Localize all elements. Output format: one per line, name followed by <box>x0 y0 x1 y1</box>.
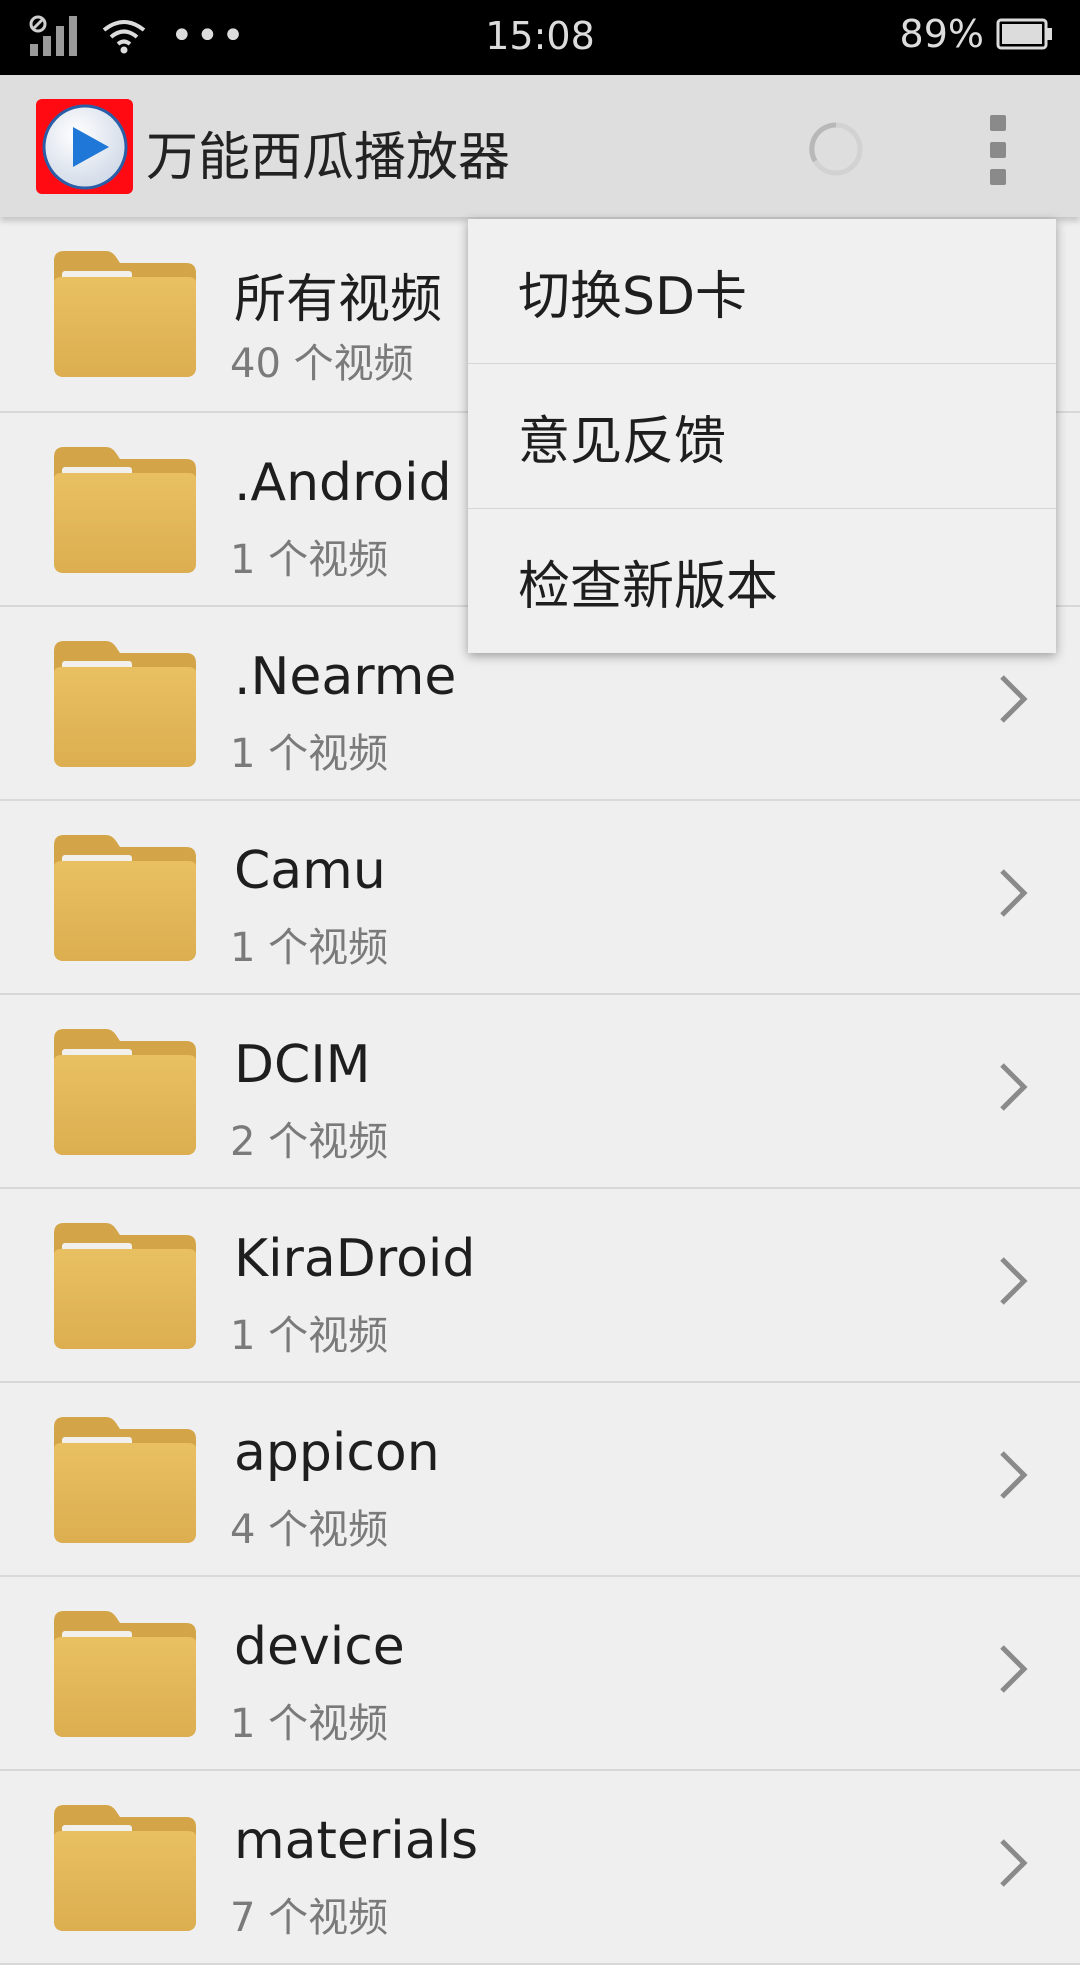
folder-name: 所有视频 <box>234 270 443 330</box>
folder-video-count: 7 个视频 <box>230 1895 389 1941</box>
folder-icon <box>54 1805 196 1931</box>
overflow-menu-button[interactable] <box>968 115 1028 185</box>
folder-name: materials <box>234 1811 479 1871</box>
folder-video-count: 2 个视频 <box>230 1119 389 1165</box>
app-logo <box>36 99 133 194</box>
menu-item-check-update[interactable]: 检查新版本 <box>468 509 1056 653</box>
folder-name: device <box>234 1617 405 1677</box>
folder-row-camu[interactable]: Camu 1 个视频 <box>0 801 1080 995</box>
folder-video-count: 4 个视频 <box>230 1507 389 1553</box>
folder-name: DCIM <box>234 1035 371 1095</box>
battery-percent: 89% <box>899 12 984 56</box>
chevron-right-icon <box>1000 1063 1028 1111</box>
chevron-right-icon <box>1000 1451 1028 1499</box>
folder-video-count: 1 个视频 <box>230 1701 389 1747</box>
chevron-right-icon <box>1000 1257 1028 1305</box>
folder-name: .Nearme <box>234 647 457 707</box>
folder-video-count: 1 个视频 <box>230 925 389 971</box>
battery-icon <box>996 18 1052 50</box>
folder-name: KiraDroid <box>234 1229 476 1289</box>
folder-icon <box>54 1223 196 1349</box>
folder-row-dcim[interactable]: DCIM 2 个视频 <box>0 995 1080 1189</box>
folder-icon <box>54 1029 196 1155</box>
folder-row-kiradroid[interactable]: KiraDroid 1 个视频 <box>0 1189 1080 1383</box>
folder-icon <box>54 1611 196 1737</box>
chevron-right-icon <box>1000 1839 1028 1887</box>
menu-item-feedback[interactable]: 意见反馈 <box>468 364 1056 509</box>
folder-icon <box>54 641 196 767</box>
folder-row-materials[interactable]: materials 7 个视频 <box>0 1771 1080 1965</box>
overflow-dropdown-menu: 切换SD卡 意见反馈 检查新版本 <box>468 219 1056 653</box>
app-bar: 万能西瓜播放器 <box>0 75 1080 217</box>
play-icon <box>42 104 127 189</box>
app-title: 万能西瓜播放器 <box>146 128 511 188</box>
menu-item-switch-sd-card[interactable]: 切换SD卡 <box>468 219 1056 364</box>
overflow-dot-icon <box>990 142 1006 158</box>
status-bar: ••• 15:08 89% <box>0 0 1080 75</box>
overflow-dot-icon <box>990 115 1006 131</box>
status-right-icons: 89% <box>900 12 1054 56</box>
folder-name: .Android <box>234 453 452 513</box>
folder-icon <box>54 1417 196 1543</box>
folder-video-count: 1 个视频 <box>230 1313 389 1359</box>
folder-video-count: 40 个视频 <box>230 341 414 387</box>
chevron-right-icon <box>1000 1645 1028 1693</box>
folder-icon <box>54 447 196 573</box>
folder-video-count: 1 个视频 <box>230 537 389 583</box>
folder-icon <box>54 251 196 377</box>
loading-spinner-icon <box>809 122 863 176</box>
chevron-right-icon <box>1000 869 1028 917</box>
folder-icon <box>54 835 196 961</box>
chevron-right-icon <box>1000 675 1028 723</box>
folder-video-count: 1 个视频 <box>230 731 389 777</box>
overflow-dot-icon <box>990 169 1006 185</box>
folder-name: Camu <box>234 841 386 901</box>
folder-row-device[interactable]: device 1 个视频 <box>0 1577 1080 1771</box>
folder-row-appicon[interactable]: appicon 4 个视频 <box>0 1383 1080 1577</box>
folder-name: appicon <box>234 1423 440 1483</box>
